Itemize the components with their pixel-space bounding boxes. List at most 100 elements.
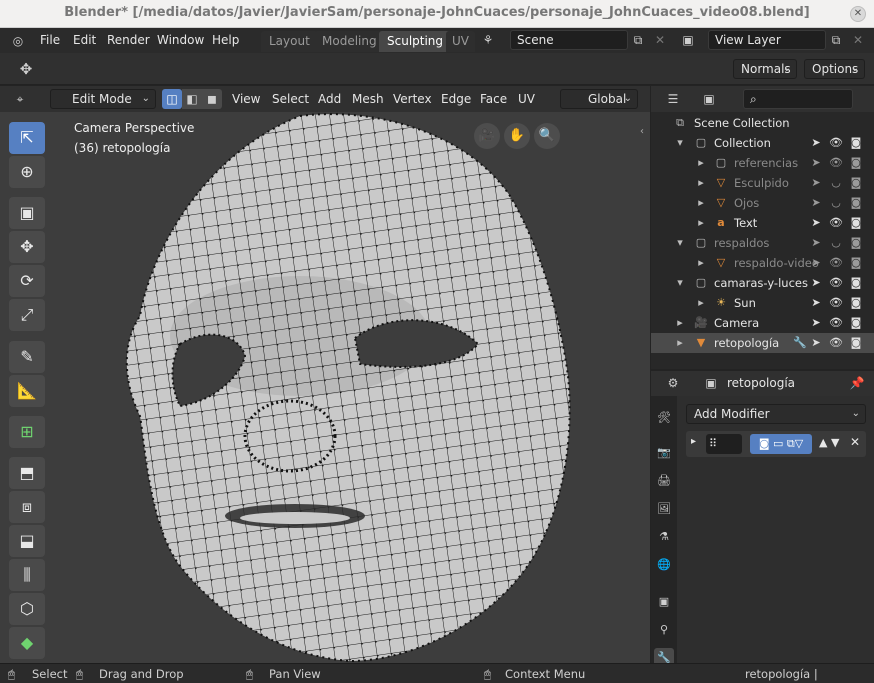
eye-icon[interactable]: 👁 bbox=[829, 333, 843, 353]
add-cube-tool-icon[interactable]: ⊞ bbox=[9, 416, 45, 448]
select-box-tool-icon[interactable]: ⇱ bbox=[9, 122, 45, 154]
outliner-row-camaras-y-luces[interactable]: ▾ ▢ camaras-y-luces ➤ 👁 ◙ bbox=[651, 273, 874, 293]
remove-modifier-icon[interactable]: ✕ bbox=[850, 435, 860, 449]
eye-icon[interactable]: 👁 bbox=[829, 153, 843, 173]
world-tab-icon[interactable]: 🌐 bbox=[654, 555, 674, 575]
tool-tab-icon[interactable]: 🛠 bbox=[654, 408, 674, 428]
camera-render-icon[interactable]: ◙ bbox=[849, 293, 863, 313]
outliner-row-sun[interactable]: ▸ ☀ Sun ➤ 👁 ◙ bbox=[651, 293, 874, 313]
expand-arrow-icon[interactable]: ▸ bbox=[694, 253, 708, 273]
view-layer-field[interactable]: View Layer bbox=[708, 30, 826, 50]
expand-arrow-icon[interactable]: ▸ bbox=[691, 436, 696, 447]
eye-hidden-icon[interactable]: ◡ bbox=[829, 173, 843, 193]
menu-file[interactable]: File bbox=[40, 33, 60, 47]
output-tab-icon[interactable]: 🖨 bbox=[654, 471, 674, 491]
modifier-visibility-toggles[interactable]: ◙ ▭ ⧉▽ bbox=[750, 434, 812, 454]
tab-layout[interactable]: Layout bbox=[261, 31, 318, 52]
outliner-row-text[interactable]: ▸ a Text ➤ 👁 ◙ bbox=[651, 213, 874, 233]
outliner-editor-icon[interactable]: ☰ bbox=[663, 89, 683, 109]
menu-help[interactable]: Help bbox=[212, 33, 239, 47]
scene-tab-icon[interactable]: ⚗ bbox=[654, 527, 674, 547]
menu-edit[interactable]: Edit bbox=[73, 33, 96, 47]
camera-render-icon[interactable]: ◙ bbox=[849, 193, 863, 213]
eye-icon[interactable]: 👁 bbox=[829, 213, 843, 233]
tab-uv[interactable]: UV bbox=[446, 31, 475, 52]
camera-render-icon[interactable]: ◙ bbox=[849, 153, 863, 173]
outliner-row-respaldos[interactable]: ▾ ▢ respaldos ➤ ◡ ◙ bbox=[651, 233, 874, 253]
render-tab-icon[interactable]: 📷 bbox=[654, 443, 674, 463]
outliner-row-camera[interactable]: ▸ 🎥 Camera ➤ 👁 ◙ bbox=[651, 313, 874, 333]
select-cursor-icon[interactable]: ➤ bbox=[809, 293, 823, 313]
camera-render-icon[interactable]: ◙ bbox=[849, 233, 863, 253]
move-up-icon[interactable]: ▲ bbox=[819, 436, 827, 449]
menu-window[interactable]: Window bbox=[157, 33, 204, 47]
scene-name-field[interactable]: Scene bbox=[510, 30, 628, 50]
measure-tool-icon[interactable]: 📐 bbox=[9, 375, 45, 407]
expand-arrow-icon[interactable]: ▸ bbox=[673, 313, 687, 333]
eye-icon[interactable]: 👁 bbox=[829, 253, 843, 273]
select-cursor-icon[interactable]: ➤ bbox=[809, 193, 823, 213]
scale-tool-icon[interactable]: ⤢ bbox=[9, 299, 45, 331]
particles-tab-icon[interactable]: ⚲ bbox=[654, 620, 674, 640]
camera-render-icon[interactable]: ◙ bbox=[849, 313, 863, 333]
expand-arrow-icon[interactable]: ▸ bbox=[694, 153, 708, 173]
orientation-dropdown[interactable]: Normals ⌄ bbox=[733, 59, 797, 79]
view-layer-copy-icon[interactable]: ⧉ bbox=[826, 30, 846, 50]
inset-tool-icon[interactable]: ⧈ bbox=[9, 491, 45, 523]
display-mode-icon[interactable]: ▣ bbox=[699, 89, 719, 109]
3d-viewport[interactable]: ⌖ Edit Mode ⌄ ◫ ◧ ◼ View Select Add Mesh… bbox=[0, 86, 650, 663]
expand-arrow-icon[interactable]: ▸ bbox=[694, 213, 708, 233]
scene-unlink-icon[interactable]: ✕ bbox=[650, 30, 670, 50]
select-cursor-icon[interactable]: ➤ bbox=[809, 133, 823, 153]
expand-arrow-icon[interactable]: ▾ bbox=[673, 233, 687, 253]
view-layer-browse-icon[interactable]: ▣ bbox=[678, 30, 698, 50]
move-tool-button-icon[interactable]: ▣ bbox=[9, 197, 45, 229]
expand-arrow-icon[interactable]: ▸ bbox=[694, 173, 708, 193]
eye-hidden-icon[interactable]: ◡ bbox=[829, 233, 843, 253]
select-cursor-icon[interactable]: ➤ bbox=[809, 173, 823, 193]
loop-cut-tool-icon[interactable]: ⫼ bbox=[9, 559, 45, 591]
expand-arrow-icon[interactable]: ▸ bbox=[694, 293, 708, 313]
annotate-tool-icon[interactable]: ✎ bbox=[9, 341, 45, 373]
extrude-tool-icon[interactable]: ⬒ bbox=[9, 457, 45, 489]
eye-icon[interactable]: 👁 bbox=[829, 273, 843, 293]
camera-render-icon[interactable]: ◙ bbox=[849, 253, 863, 273]
tab-modeling[interactable]: Modeling bbox=[314, 31, 385, 52]
poly-build-tool-icon[interactable]: ◆ bbox=[9, 627, 45, 659]
outliner-row-ojos[interactable]: ▸ ▽ Ojos ➤ ◡ ◙ bbox=[651, 193, 874, 213]
outliner-row-esculpido[interactable]: ▸ ▽ Esculpido ➤ ◡ ◙ bbox=[651, 173, 874, 193]
add-modifier-dropdown[interactable]: Add Modifier ⌄ bbox=[686, 404, 866, 424]
view-layer-tab-icon[interactable]: 🖼 bbox=[654, 499, 674, 519]
scene-browse-icon[interactable]: ⚘ bbox=[478, 30, 498, 50]
cursor-tool-icon[interactable]: ⊕ bbox=[9, 156, 45, 188]
close-window-button[interactable]: ✕ bbox=[850, 6, 866, 22]
retopology-mesh[interactable] bbox=[0, 86, 650, 663]
outliner-row-collection[interactable]: ▾ ▢ Collection ➤ 👁 ◙ bbox=[651, 133, 874, 153]
expand-arrow-icon[interactable]: ▾ bbox=[673, 273, 687, 293]
camera-render-icon[interactable]: ◙ bbox=[849, 273, 863, 293]
select-cursor-icon[interactable]: ➤ bbox=[809, 233, 823, 253]
select-cursor-icon[interactable]: ➤ bbox=[809, 313, 823, 333]
knife-tool-icon[interactable]: ⬡ bbox=[9, 593, 45, 625]
options-dropdown[interactable]: Options ⌄ bbox=[804, 59, 865, 79]
scene-copy-icon[interactable]: ⧉ bbox=[628, 30, 648, 50]
translate-tool-icon[interactable]: ✥ bbox=[9, 231, 45, 263]
tab-sculpting[interactable]: Sculpting bbox=[379, 31, 452, 52]
outliner-row-respaldo-video[interactable]: ▸ ▽ respaldo-video ➤ 👁 ◙ bbox=[651, 253, 874, 273]
move-down-icon[interactable]: ▼ bbox=[831, 436, 839, 449]
outliner-row-retopologia[interactable]: ▸ ▼ retopología 🔧 ➤ 👁 ◙ bbox=[651, 333, 874, 353]
camera-render-icon[interactable]: ◙ bbox=[849, 173, 863, 193]
pin-icon[interactable]: 📌 bbox=[847, 373, 867, 393]
select-cursor-icon[interactable]: ➤ bbox=[809, 213, 823, 233]
rotate-tool-icon[interactable]: ⟳ bbox=[9, 265, 45, 297]
eye-icon[interactable]: 👁 bbox=[829, 313, 843, 333]
eye-hidden-icon[interactable]: ◡ bbox=[829, 193, 843, 213]
outliner-row-referencias[interactable]: ▸ ▢ referencias ➤ 👁 ◙ bbox=[651, 153, 874, 173]
camera-render-icon[interactable]: ◙ bbox=[849, 333, 863, 353]
modifier-name-field[interactable]: ⠿ bbox=[706, 434, 742, 454]
menu-render[interactable]: Render bbox=[107, 33, 150, 47]
outliner-search-input[interactable]: ⌕ bbox=[743, 89, 853, 109]
expand-arrow-icon[interactable]: ▾ bbox=[673, 133, 687, 153]
select-cursor-icon[interactable]: ➤ bbox=[809, 273, 823, 293]
select-cursor-icon[interactable]: ➤ bbox=[809, 253, 823, 273]
